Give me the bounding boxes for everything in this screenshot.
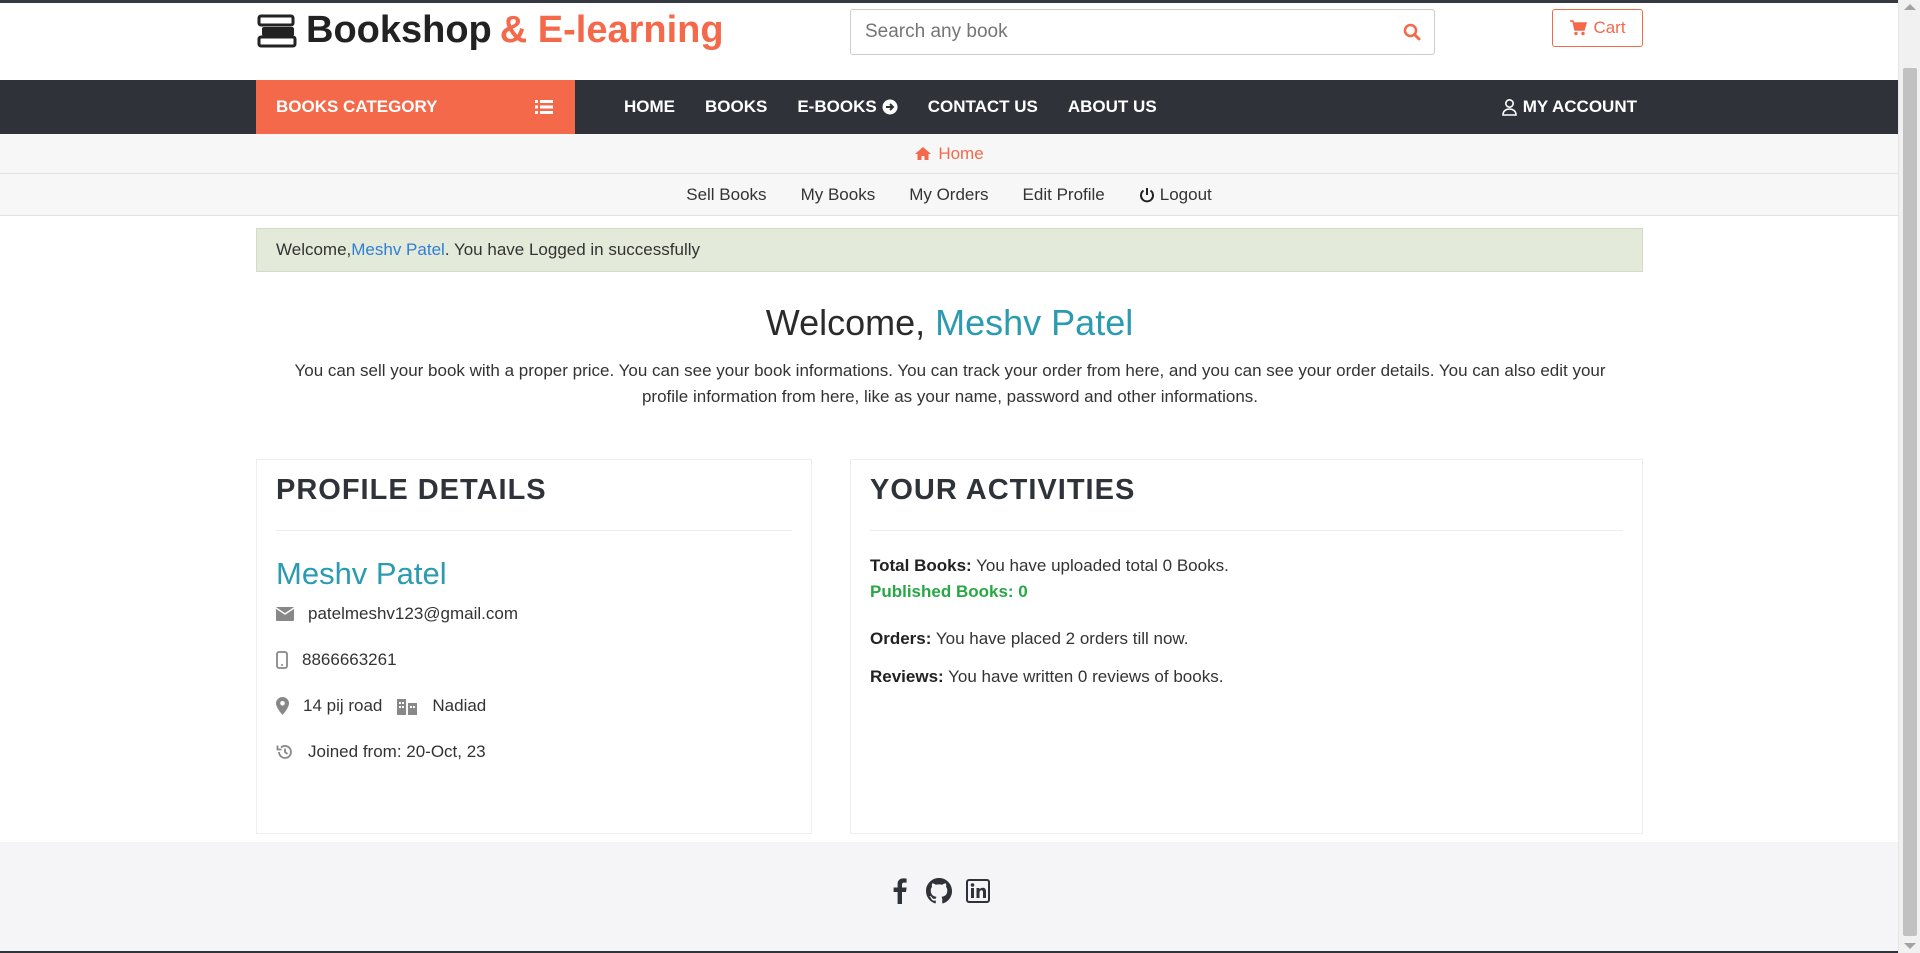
social-links [888, 878, 990, 904]
nav-link-label: E-BOOKS [797, 97, 877, 116]
subnav-edit-profile[interactable]: Edit Profile [1023, 185, 1105, 205]
cart-button[interactable]: Cart [1552, 9, 1643, 47]
orders-label: Orders: [870, 629, 932, 648]
site-footer [0, 842, 1898, 953]
orders-text: You have placed 2 orders till now. [931, 629, 1189, 648]
orders-row: Orders: You have placed 2 orders till no… [870, 629, 1189, 649]
total-books-label: Total Books: [870, 556, 972, 575]
breadcrumb[interactable]: Home [0, 134, 1898, 174]
brand-logo[interactable]: Bookshop & E-learning [256, 9, 724, 52]
building-icon [397, 699, 418, 715]
category-label: BOOKS CATEGORY [276, 97, 438, 116]
welcome-heading: Welcome, Meshv Patel [256, 302, 1643, 344]
nav-link-label: HOME [624, 97, 675, 116]
reviews-text: You have written 0 reviews of books. [943, 667, 1224, 686]
alert-user-name: Meshv Patel [351, 240, 445, 259]
profile-address: 14 pij road [303, 696, 383, 715]
activities-title: YOUR ACTIVITIES [870, 474, 1136, 506]
my-account-link[interactable]: MY ACCOUNT [1501, 80, 1637, 134]
map-marker-icon [276, 697, 289, 715]
profile-joined-row: Joined from: 20-Oct, 23 [276, 742, 486, 762]
nav-links: HOME BOOKS E-BOOKS CONTACT US ABOUT US [624, 80, 1187, 134]
profile-email: patelmeshv123@gmail.com [308, 604, 519, 623]
welcome-prefix: Welcome, [765, 302, 936, 343]
scroll-down-arrow[interactable] [1904, 943, 1916, 949]
nav-link-about[interactable]: ABOUT US [1068, 97, 1157, 117]
subnav-sell-books[interactable]: Sell Books [686, 185, 766, 205]
history-icon [276, 745, 292, 759]
cart-icon [1570, 20, 1588, 36]
alert-prefix: Welcome, [276, 240, 352, 259]
alert-suffix: . You have Logged in successfully [444, 240, 700, 259]
welcome-intro: You can sell your book with a proper pri… [294, 361, 1606, 406]
reviews-row: Reviews: You have written 0 reviews of b… [870, 667, 1223, 687]
nav-link-label: BOOKS [705, 97, 768, 116]
account-subnav: Sell Books My Books My Orders Edit Profi… [0, 174, 1898, 216]
facebook-icon[interactable] [888, 878, 912, 904]
divider [276, 530, 792, 531]
envelope-icon [276, 607, 294, 621]
subnav-label: My Orders [909, 184, 989, 204]
main-navbar: BOOKS CATEGORY HOME BOOKS E-BOOKS CONTAC… [0, 80, 1898, 134]
nav-link-books[interactable]: BOOKS [705, 97, 767, 117]
nav-link-contact[interactable]: CONTACT US [928, 97, 1038, 117]
nav-link-home[interactable]: HOME [624, 97, 675, 117]
subnav-label: Edit Profile [1022, 184, 1105, 204]
divider [870, 530, 1623, 531]
subnav-label: My Books [800, 184, 876, 204]
breadcrumb-home: Home [938, 143, 984, 163]
profile-joined: Joined from: 20-Oct, 23 [308, 742, 486, 761]
linkedin-icon[interactable] [966, 879, 990, 903]
profile-name: Meshv Patel [276, 556, 447, 591]
site-header: Bookshop & E-learning Cart [0, 3, 1898, 80]
profile-email-row: patelmeshv123@gmail.com [276, 604, 518, 624]
nav-link-label: ABOUT US [1067, 97, 1157, 116]
search-input[interactable] [851, 10, 1390, 54]
github-icon[interactable] [926, 878, 952, 904]
activities-card: YOUR ACTIVITIES Total Books: You have up… [850, 459, 1643, 834]
subnav-my-orders[interactable]: My Orders [909, 185, 988, 205]
scrollbar-thumb[interactable] [1903, 68, 1917, 936]
nav-link-label: CONTACT US [927, 97, 1038, 116]
published-books: Published Books: 0 [870, 582, 1028, 601]
search-icon[interactable] [1390, 23, 1434, 41]
reviews-label: Reviews: [870, 667, 944, 686]
profile-phone: 8866663261 [302, 650, 397, 669]
mobile-icon [276, 651, 288, 669]
vertical-scrollbar[interactable] [1898, 0, 1920, 953]
books-icon [257, 14, 297, 47]
nav-link-ebooks[interactable]: E-BOOKS [797, 97, 898, 117]
profile-phone-row: 8866663261 [276, 650, 397, 670]
brand-name: Bookshop [306, 9, 492, 51]
total-books-row: Total Books: You have uploaded total 0 B… [870, 556, 1229, 576]
power-icon [1139, 187, 1154, 202]
welcome-user-name: Meshv Patel [935, 302, 1134, 343]
total-books-text: You have uploaded total 0 Books. [971, 556, 1229, 575]
login-success-alert: Welcome, Meshv Patel. You have Logged in… [256, 228, 1643, 272]
subnav-label: Sell Books [686, 184, 767, 204]
account-label: MY ACCOUNT [1522, 97, 1637, 116]
subnav-logout[interactable]: Logout [1139, 185, 1212, 205]
home-icon [915, 147, 932, 160]
profile-title: PROFILE DETAILS [276, 474, 547, 506]
brand-accent: & E-learning [499, 9, 724, 51]
search-box [850, 9, 1435, 55]
cart-label: Cart [1593, 18, 1626, 37]
subnav-my-books[interactable]: My Books [801, 185, 876, 205]
profile-city: Nadiad [432, 696, 487, 715]
subnav-label: Logout [1159, 184, 1212, 204]
list-icon [535, 100, 553, 114]
profile-details-card: PROFILE DETAILS Meshv Patel patelmeshv12… [256, 459, 812, 834]
books-category-button[interactable]: BOOKS CATEGORY [256, 80, 575, 134]
arrow-circle-right-icon [882, 99, 898, 115]
scroll-up-arrow[interactable] [1904, 4, 1916, 10]
profile-address-row: 14 pij road Nadiad [276, 696, 486, 716]
user-icon [1501, 98, 1517, 116]
